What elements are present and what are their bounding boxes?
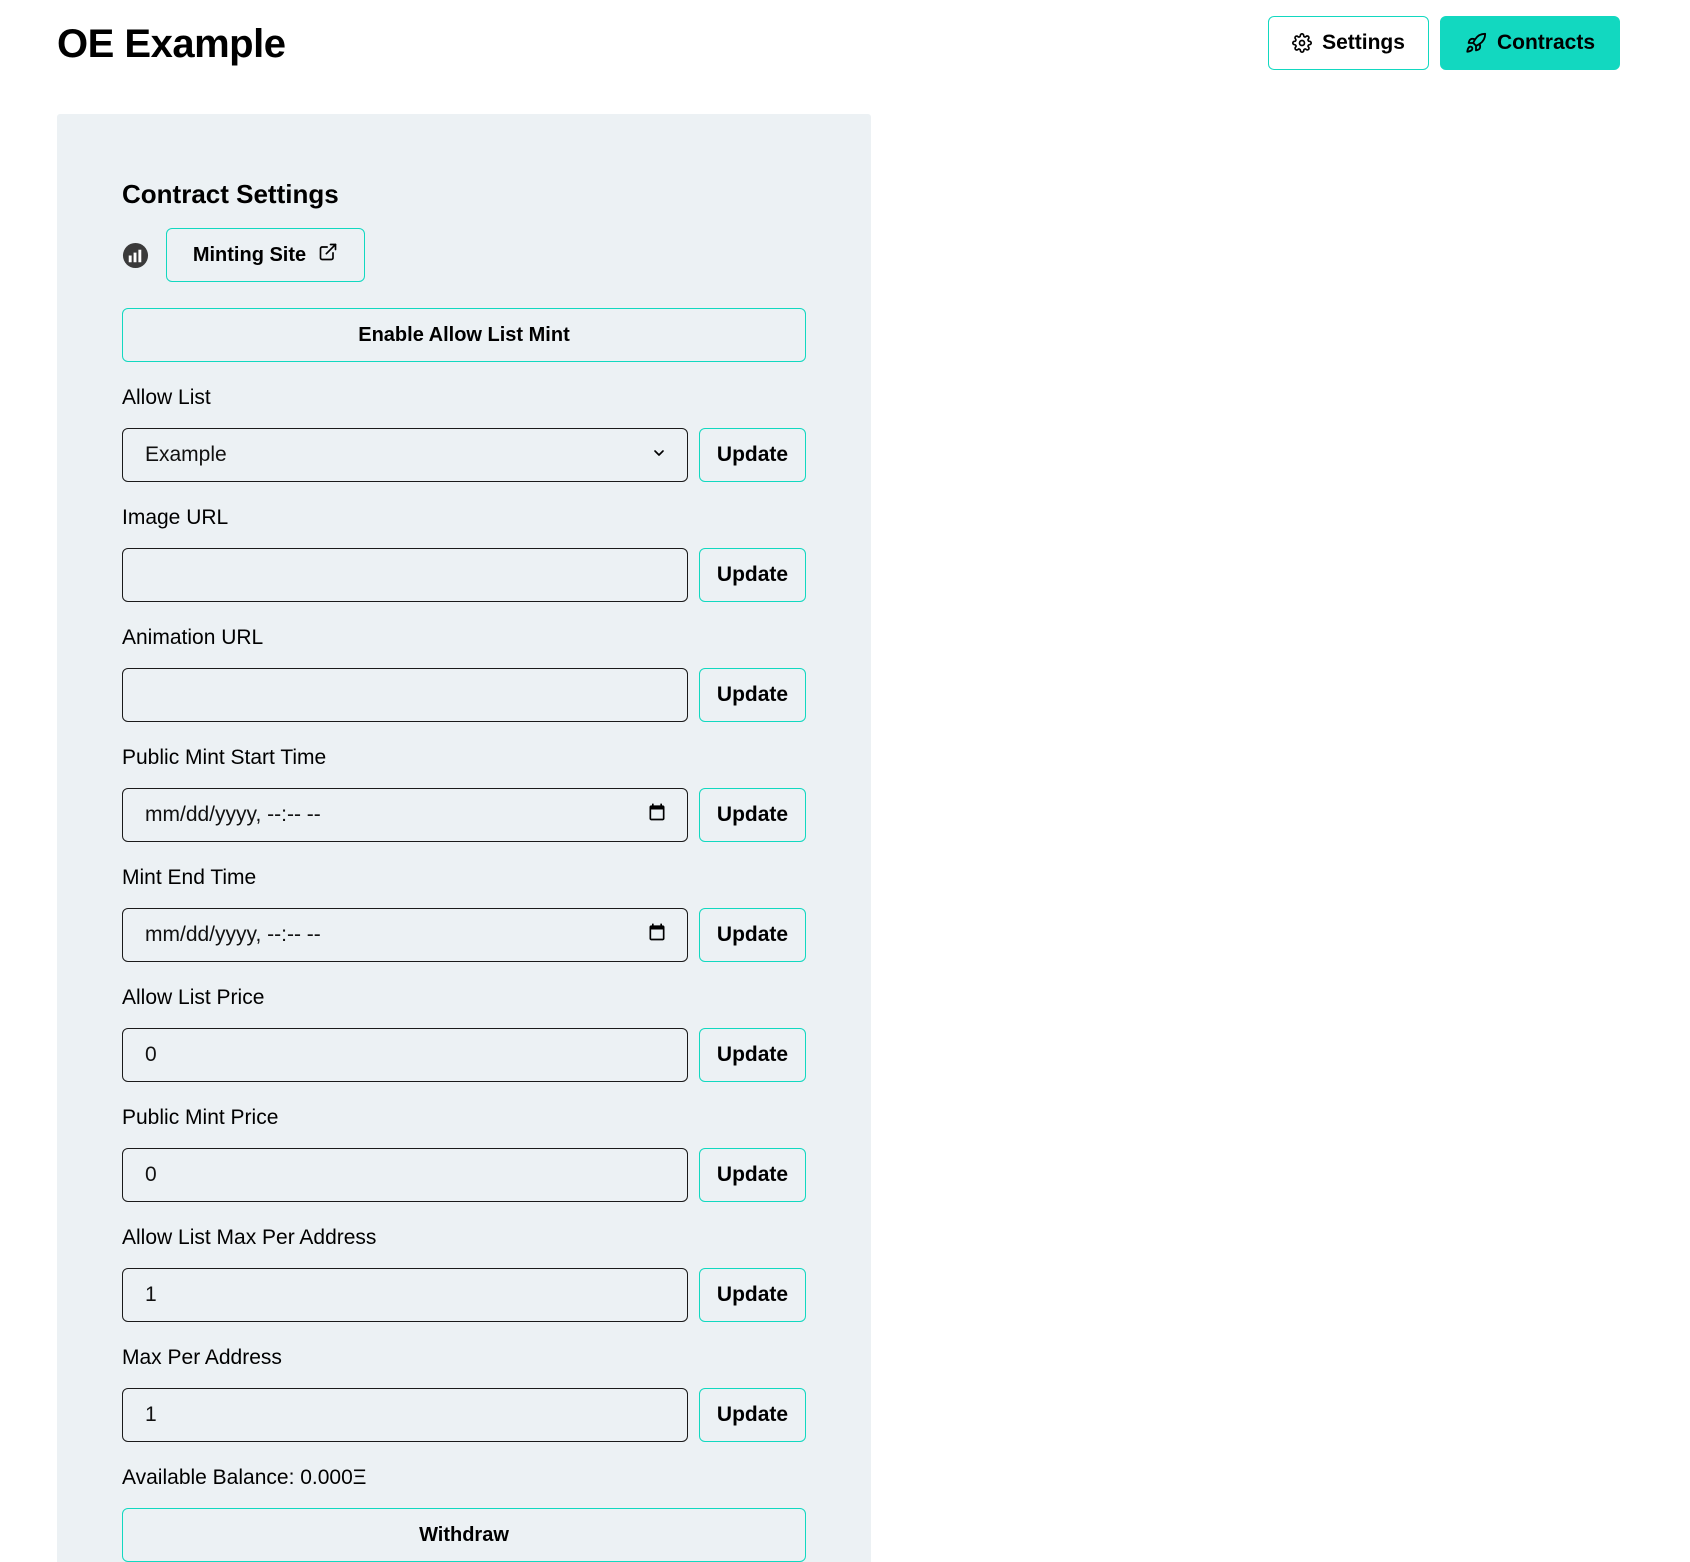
max-per-address-input[interactable]: 1 xyxy=(122,1388,688,1442)
mint-end-row: mm/dd/yyyy, --:-- -- Update xyxy=(122,908,806,962)
enable-allow-list-label: Enable Allow List Mint xyxy=(358,323,570,346)
public-mint-price-value: 0 xyxy=(145,1163,157,1186)
image-url-label: Image URL xyxy=(122,506,229,529)
animation-url-label: Animation URL xyxy=(122,626,264,649)
allow-list-max-value: 1 xyxy=(145,1283,157,1306)
max-per-address-row: 1 Update xyxy=(122,1388,806,1442)
public-mint-start-value: mm/dd/yyyy, --:-- -- xyxy=(145,803,321,826)
minting-site-button[interactable]: Minting Site xyxy=(166,228,365,282)
calendar-icon[interactable] xyxy=(647,922,667,948)
update-allow-list-max-button[interactable]: Update xyxy=(699,1268,806,1322)
animation-url-input[interactable] xyxy=(122,668,688,722)
allow-list-max-row: 1 Update xyxy=(122,1268,806,1322)
public-mint-start-input[interactable]: mm/dd/yyyy, --:-- -- xyxy=(122,788,688,842)
withdraw-label: Withdraw xyxy=(419,1523,509,1546)
public-mint-start-label: Public Mint Start Time xyxy=(122,746,327,769)
external-link-icon xyxy=(318,242,338,268)
chevron-down-icon xyxy=(651,443,667,467)
update-max-per-address-button[interactable]: Update xyxy=(699,1388,806,1442)
update-allow-list-price-button[interactable]: Update xyxy=(699,1028,806,1082)
allow-list-label: Allow List xyxy=(122,386,211,409)
gear-icon xyxy=(1292,33,1312,53)
max-per-address-value: 1 xyxy=(145,1403,157,1426)
settings-label: Settings xyxy=(1322,31,1405,54)
max-per-address-label: Max Per Address xyxy=(122,1346,282,1369)
chart-logo-icon xyxy=(122,242,149,269)
allow-list-max-input[interactable]: 1 xyxy=(122,1268,688,1322)
app-header: OE Example Settings Contracts xyxy=(0,0,1690,88)
withdraw-button[interactable]: Withdraw xyxy=(122,1508,806,1562)
contract-links-row: Minting Site xyxy=(122,228,365,282)
settings-button[interactable]: Settings xyxy=(1268,16,1429,70)
image-url-input[interactable] xyxy=(122,548,688,602)
mint-end-value: mm/dd/yyyy, --:-- -- xyxy=(145,923,321,946)
public-mint-start-row: mm/dd/yyyy, --:-- -- Update xyxy=(122,788,806,842)
rocket-icon xyxy=(1465,32,1487,54)
minting-site-label: Minting Site xyxy=(192,243,307,266)
public-mint-price-input[interactable]: 0 xyxy=(122,1148,688,1202)
update-public-mint-price-button[interactable]: Update xyxy=(699,1148,806,1202)
mint-end-input[interactable]: mm/dd/yyyy, --:-- -- xyxy=(122,908,688,962)
allow-list-max-label: Allow List Max Per Address xyxy=(122,1226,377,1249)
update-mint-end-button[interactable]: Update xyxy=(699,908,806,962)
update-image-url-button[interactable]: Update xyxy=(699,548,806,602)
update-public-mint-start-button[interactable]: Update xyxy=(699,788,806,842)
allow-list-row: Example Update xyxy=(122,428,806,482)
update-animation-url-button[interactable]: Update xyxy=(699,668,806,722)
panel-title: Contract Settings xyxy=(122,179,339,209)
page-title: OE Example xyxy=(57,22,286,66)
allow-list-price-input[interactable]: 0 xyxy=(122,1028,688,1082)
animation-url-row: Update xyxy=(122,668,806,722)
public-mint-price-label: Public Mint Price xyxy=(122,1106,279,1129)
allow-list-price-label: Allow List Price xyxy=(122,986,265,1009)
contract-settings-panel: Contract Settings Minting Site Enable Al… xyxy=(57,114,871,1562)
public-mint-price-row: 0 Update xyxy=(122,1148,806,1202)
mint-end-label: Mint End Time xyxy=(122,866,257,889)
contracts-button[interactable]: Contracts xyxy=(1440,16,1620,70)
calendar-icon[interactable] xyxy=(647,802,667,828)
available-balance-text: Available Balance: 0.000Ξ xyxy=(122,1466,367,1489)
allow-list-price-value: 0 xyxy=(145,1043,157,1066)
allow-list-select[interactable]: Example xyxy=(122,428,688,482)
contracts-label: Contracts xyxy=(1496,31,1596,54)
enable-allow-list-mint-button[interactable]: Enable Allow List Mint xyxy=(122,308,806,362)
allow-list-price-row: 0 Update xyxy=(122,1028,806,1082)
allow-list-value: Example xyxy=(145,443,227,466)
update-allow-list-button[interactable]: Update xyxy=(699,428,806,482)
image-url-row: Update xyxy=(122,548,806,602)
